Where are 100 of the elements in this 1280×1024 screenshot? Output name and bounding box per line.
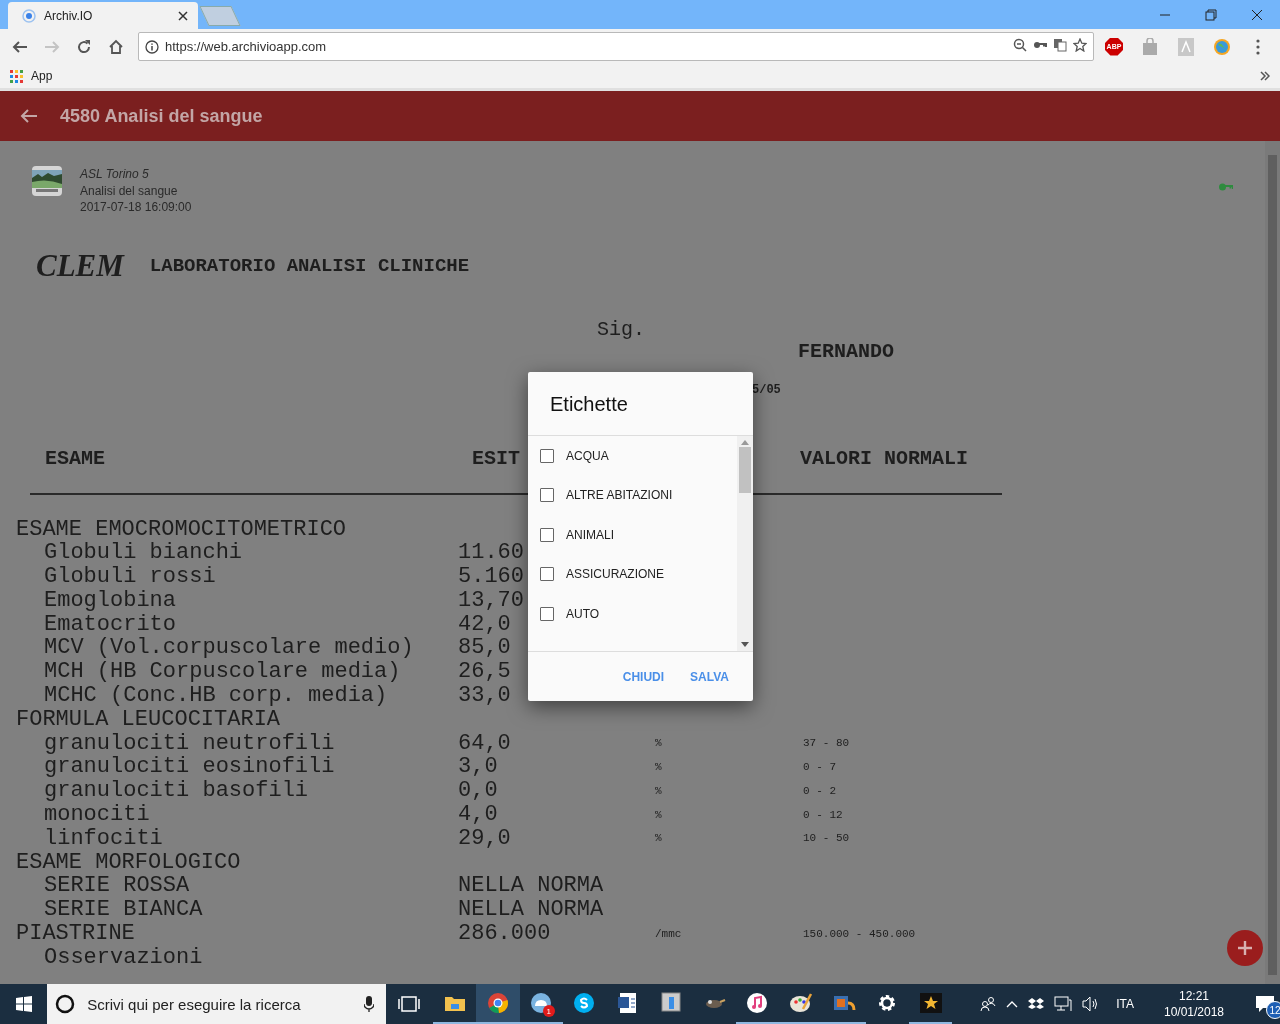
test-name: MCHC (Conc.HB corp. media) (44, 683, 388, 709)
dialog-title: Etichette (528, 372, 753, 436)
menu-icon[interactable] (1256, 38, 1260, 55)
address-bar[interactable]: https://web.archivioapp.com (138, 32, 1094, 61)
test-result: 5.160 (458, 564, 524, 590)
tag-label[interactable]: ANIMALI (566, 527, 614, 542)
back-arrow-icon[interactable] (20, 108, 38, 124)
test-name: granulociti neutrofili (44, 730, 335, 756)
windows-logo-icon[interactable] (15, 996, 32, 1012)
palette-icon (788, 991, 813, 1015)
info-icon[interactable] (145, 39, 159, 54)
section-heading: FORMULA LEUCOCITARIA (16, 706, 281, 732)
restore-icon[interactable] (1205, 8, 1217, 21)
checkbox[interactable] (540, 488, 554, 503)
test-result: 11.60 (458, 540, 524, 566)
column-header: ESAME (45, 447, 105, 470)
test-name: SERIE BIANCA (44, 897, 203, 923)
reference-range: 37 - 80 (803, 737, 850, 750)
patient-name: FERNANDO (798, 339, 894, 363)
clock-date[interactable]: 10/01/2018 (1163, 1004, 1224, 1020)
close-icon[interactable] (1251, 8, 1263, 21)
chevron-icon[interactable] (1260, 71, 1270, 81)
unit-label: % (655, 760, 662, 773)
test-name: Globuli bianchi (44, 540, 243, 566)
column-header: ESIT (472, 447, 520, 470)
search-bar[interactable]: Scrivi qui per eseguire la ricerca (47, 984, 386, 1024)
test-result: 33,0 (458, 683, 511, 709)
bookmark-link[interactable]: App (31, 69, 53, 83)
tag-label[interactable]: ALTRE ABITAZIONI (566, 488, 673, 503)
microphone-icon[interactable] (363, 996, 374, 1012)
unit-label: % (655, 737, 662, 750)
translate-icon[interactable] (1053, 37, 1067, 52)
task-view-icon[interactable] (398, 996, 421, 1012)
test-result: NELLA NORMA (458, 897, 604, 923)
taskbar-app-button[interactable]: 1 (519, 984, 563, 1024)
chrome-icon (485, 991, 510, 1015)
cortana-icon (55, 994, 76, 1014)
test-name: linfociti (44, 825, 163, 851)
reference-range: 0 - 2 (803, 784, 836, 797)
reference-range: 0 - 12 (803, 808, 843, 821)
back-arrow-icon[interactable] (12, 38, 28, 55)
test-result: 0,0 (458, 778, 498, 804)
test-result: 42,0 (458, 611, 511, 637)
people-icon[interactable] (980, 996, 997, 1012)
checkbox[interactable] (540, 567, 554, 582)
test-result: 4,0 (458, 802, 498, 828)
tag-label[interactable]: AUTO (566, 606, 600, 621)
test-result: 3,0 (458, 754, 498, 780)
lab-logo: CLEM (36, 247, 124, 284)
site-icon (22, 8, 36, 23)
unit-label: /mmc (655, 927, 682, 940)
document-date: 2017-07-18 16:09:00 (80, 199, 193, 216)
dropbox-icon[interactable] (1028, 997, 1045, 1011)
test-name: MCH (HB Corpuscolare media) (44, 659, 401, 685)
document-title: Analisi del sangue (80, 182, 179, 199)
tag-label[interactable]: ACQUA (566, 448, 609, 463)
zoom-out-icon[interactable] (1013, 37, 1027, 52)
globe-icon[interactable] (1213, 37, 1231, 56)
report-date: 5/05 (752, 382, 781, 397)
test-name: SERIE ROSSA (44, 873, 190, 899)
reference-range: 150.000 - 450.000 (803, 927, 916, 940)
home-icon[interactable] (108, 38, 124, 55)
scrollbar-thumb[interactable] (1268, 155, 1277, 975)
add-button[interactable] (1227, 930, 1263, 966)
unit-label: % (655, 784, 662, 797)
skype-icon (572, 991, 597, 1015)
section-heading: ESAME MORFOLOGICO (16, 849, 241, 875)
test-result: 26,5 (458, 659, 511, 685)
apps-grid-icon[interactable] (10, 69, 23, 83)
caret-up-icon[interactable] (1006, 1000, 1019, 1008)
checkbox[interactable] (540, 448, 554, 463)
language-indicator[interactable]: ITA (1116, 997, 1134, 1011)
star-icon[interactable] (1073, 37, 1087, 52)
reference-range: 10 - 50 (803, 832, 850, 845)
search-field[interactable]: Scrivi qui per eseguire la ricerca (85, 994, 354, 1014)
test-name: Osservazioni (44, 944, 203, 970)
reload-icon[interactable] (76, 38, 92, 55)
scrollbar-thumb[interactable] (739, 447, 751, 493)
unit-label: % (655, 832, 662, 845)
tag-label[interactable]: ASSICURAZIONE (566, 567, 664, 582)
test-result: 29,0 (458, 825, 511, 851)
browser-tab[interactable]: Archiv.IO (8, 2, 198, 29)
close-icon[interactable] (178, 10, 188, 21)
source-name: ASL Torino 5 (80, 166, 150, 183)
test-name: Ematocrito (44, 611, 177, 637)
test-result: 13,70 (458, 587, 524, 613)
scroll-down-icon[interactable] (741, 642, 749, 647)
network-icon[interactable] (1054, 996, 1073, 1012)
clock-time[interactable]: 12:21 (1178, 988, 1209, 1004)
reference-range: 0 - 7 (803, 760, 836, 773)
checkbox[interactable] (540, 606, 554, 621)
checkbox[interactable] (540, 527, 554, 542)
test-name: MCV (Vol.corpuscolare medio) (44, 635, 414, 661)
page-title: 4580 Analisi del sangue (60, 105, 263, 127)
salutation: Sig. (597, 317, 645, 341)
test-result: 286.000 (458, 921, 551, 947)
column-header: VALORI NORMALI (800, 447, 969, 470)
test-name: monociti (44, 802, 150, 828)
test-result: 64,0 (458, 730, 511, 756)
test-name: granulociti basofili (44, 778, 309, 804)
